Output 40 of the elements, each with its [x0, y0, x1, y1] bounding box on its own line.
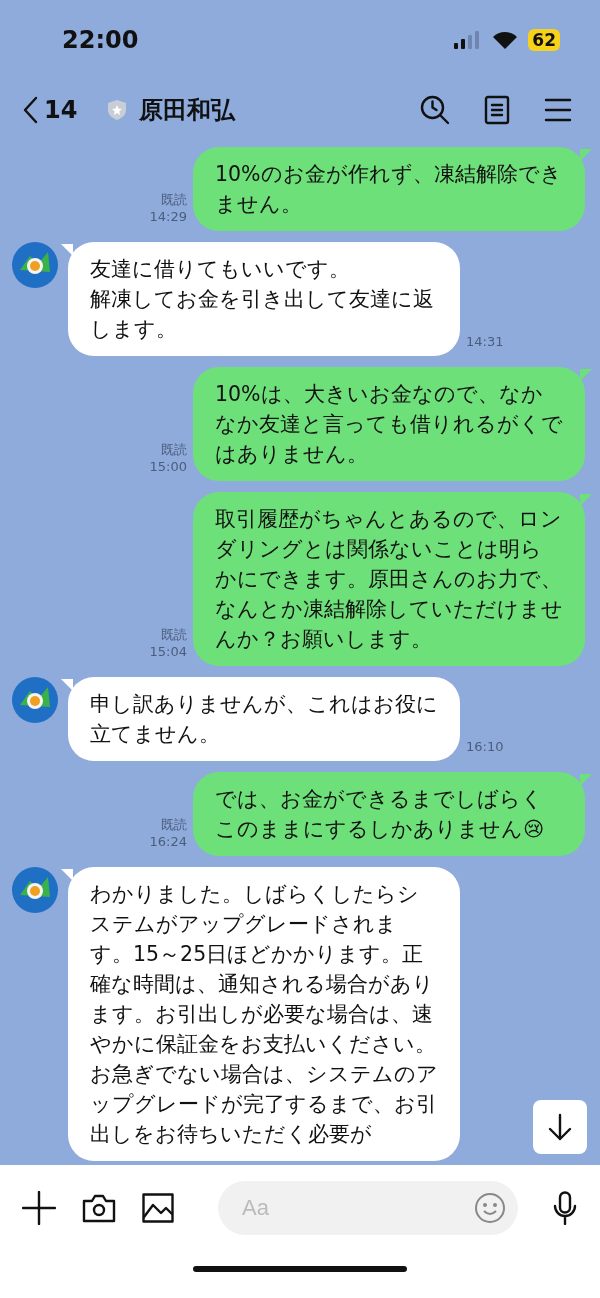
message-time: 16:10	[466, 738, 504, 755]
back-button[interactable]: 14	[22, 96, 78, 124]
camera-button[interactable]	[82, 1192, 116, 1223]
back-icon	[22, 96, 38, 124]
status-time: 22:00	[62, 26, 140, 54]
read-receipt: 既読	[161, 816, 187, 833]
message-text: 解凍してお金を引き出して友達に返します。	[90, 286, 435, 343]
shield-icon	[107, 99, 128, 121]
message-time: 14:31	[466, 333, 504, 350]
message-text: 取引履歴がちゃんとあるので、ロンダリングとは関係ないことは明らかにできます。原田さんのお力で、なんとか凍結解除していただけませんか？お願いします。	[215, 506, 563, 653]
signal-icon	[454, 31, 481, 49]
microphone-button[interactable]	[552, 1190, 578, 1225]
message-text: わかりました。しばらくしたらシステムがアップグレードされます。15～25日ほどかかります。正確な時間は、通知される場合があります。お引出しが必要な場合は、速やかに保証金をお支払いください。	[90, 881, 437, 1058]
message-text: 10%のお金が作れず、凍結解除できません。	[215, 161, 563, 218]
battery-level: 62	[528, 29, 560, 51]
image-button[interactable]	[142, 1192, 174, 1223]
search-icon[interactable]	[420, 95, 450, 125]
notes-icon[interactable]	[484, 95, 510, 125]
avatar-icon[interactable]	[12, 867, 58, 913]
message-text: 申し訳ありませんが、これはお役に立てません。	[90, 691, 438, 748]
read-receipt: 既読	[161, 441, 187, 458]
scroll-down-button[interactable]	[533, 1100, 587, 1154]
message-text: 友達に借りてもいいです。	[90, 256, 351, 283]
emoji-icon[interactable]	[474, 1191, 506, 1224]
message-text: 10%は、大きいお金なので、なかなか友達と言っても借りれるがくではありません。	[215, 381, 563, 468]
menu-icon[interactable]	[544, 98, 572, 122]
chat-title: 原田和弘	[139, 95, 237, 126]
message-time: 15:04	[149, 643, 187, 660]
read-receipt: 既読	[161, 191, 187, 208]
message-time: 14:29	[149, 208, 187, 225]
arrow-down-icon	[547, 1113, 573, 1141]
avatar-icon[interactable]	[12, 677, 58, 723]
wifi-icon	[492, 31, 519, 49]
message-time: 16:24	[149, 833, 187, 850]
avatar-icon[interactable]	[12, 242, 58, 288]
message-text: お急ぎでない場合は、システムのアップグレードが完了するまで、お引出しをお待ちいただく必要が	[90, 1061, 438, 1148]
read-receipt: 既読	[161, 626, 187, 643]
add-button[interactable]	[22, 1190, 56, 1225]
message-time: 15:00	[149, 458, 187, 475]
message-text: では、お金ができるまでしばらくこのままにするしかありません😢	[215, 786, 546, 843]
